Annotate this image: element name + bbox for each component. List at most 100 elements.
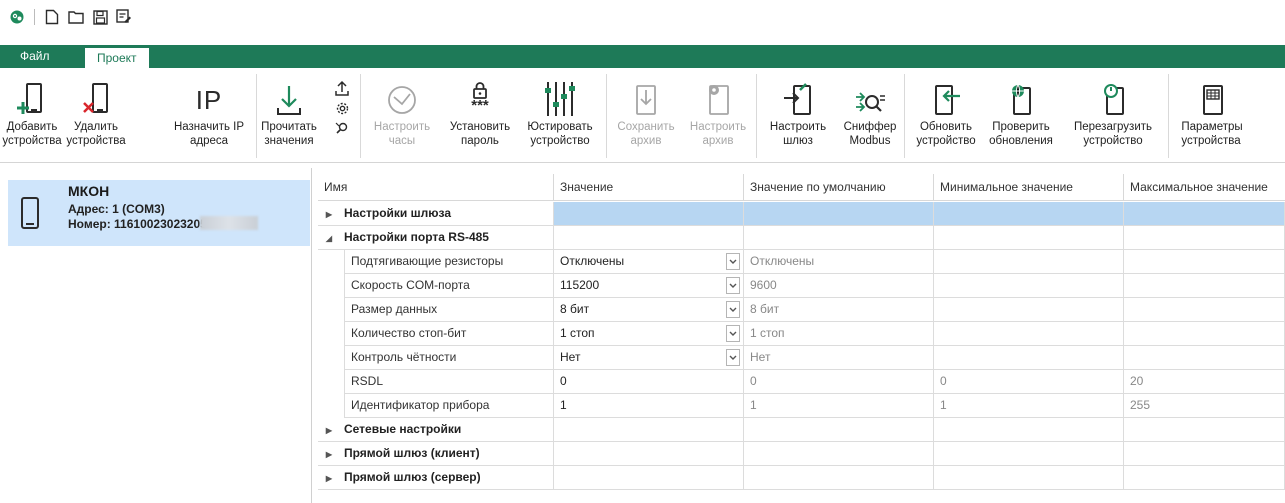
grid-property-row[interactable]: RSDL 0 0 0 20 — [318, 370, 1285, 394]
property-value-cell[interactable]: 1 стоп — [554, 322, 744, 346]
gear-icon[interactable] — [334, 100, 350, 116]
property-default-cell — [744, 442, 934, 466]
device-list-panel: МКОН Адрес: 1 (COM3) Номер: 116100230232… — [0, 168, 312, 503]
property-value-cell[interactable]: 8 бит — [554, 298, 744, 322]
property-value: 8 бит — [560, 302, 590, 316]
device-params-button[interactable]: Параметры устройства — [1170, 76, 1254, 148]
configure-gateway-button[interactable]: Настроить шлюз — [758, 76, 838, 148]
property-min-cell — [934, 298, 1124, 322]
grid-group-row[interactable]: ▶ Прямой шлюз (сервер) — [318, 466, 1285, 490]
device-name: МКОН — [68, 183, 110, 199]
assign-ip-button[interactable]: IP Назначить IP адреса — [166, 76, 252, 148]
property-min-cell — [934, 202, 1124, 226]
save-archive-button[interactable]: Сохранить архив — [608, 76, 684, 148]
property-name: Прямой шлюз (сервер) — [344, 470, 481, 484]
tab-file[interactable]: Файл — [8, 45, 62, 68]
save-icon[interactable] — [91, 8, 109, 26]
property-value-cell[interactable]: 0 — [554, 370, 744, 394]
upload-icon[interactable] — [334, 80, 350, 96]
property-value-cell[interactable]: Нет — [554, 346, 744, 370]
clock-icon — [385, 76, 419, 118]
download-arrow-icon — [275, 76, 303, 118]
column-header-name[interactable]: Имя — [318, 174, 554, 201]
sniffer-icon — [854, 76, 886, 118]
new-file-icon[interactable] — [43, 8, 61, 26]
grid-group-row[interactable]: ◢ Настройки порта RS-485 — [318, 226, 1285, 250]
set-clock-button[interactable]: Настроить часы — [364, 76, 440, 148]
password-stars: *** — [471, 97, 489, 114]
grid-property-row[interactable]: Идентификатор прибора 1 1 1 255 — [318, 394, 1285, 418]
expand-arrow-icon[interactable]: ▶ — [318, 466, 340, 489]
adjust-device-label: Юстировать устройство — [527, 121, 593, 147]
property-value-cell[interactable]: 115200 — [554, 274, 744, 298]
read-values-small-actions — [334, 80, 350, 136]
property-value-cell[interactable]: 1 — [554, 394, 744, 418]
property-default: 9600 — [750, 278, 777, 292]
set-password-button[interactable]: *** Установить пароль — [440, 76, 520, 148]
property-default-cell — [744, 226, 934, 250]
grid-group-row[interactable]: ▶ Прямой шлюз (клиент) — [318, 442, 1285, 466]
property-min-cell — [934, 250, 1124, 274]
remove-device-button[interactable]: Удалить устройства — [66, 76, 126, 148]
globe-device-icon — [1006, 76, 1036, 118]
ribbon-separator — [256, 74, 257, 158]
property-name: RSDL — [351, 374, 384, 388]
modbus-sniffer-button[interactable]: Сниффер Modbus — [834, 76, 906, 148]
property-min-cell — [934, 442, 1124, 466]
device-serial-number: Номер: 11610023023205 — [68, 217, 207, 231]
reset-search-icon[interactable] — [334, 120, 350, 136]
collapse-arrow-icon[interactable]: ◢ — [318, 226, 340, 249]
property-default: 1 стоп — [750, 326, 785, 340]
tab-project[interactable]: Проект — [84, 47, 150, 69]
column-header-default[interactable]: Значение по умолчанию — [744, 174, 934, 201]
read-values-button[interactable]: Прочитать значения — [258, 76, 320, 148]
archive-save-icon — [633, 76, 659, 118]
check-updates-label: Проверить обновления — [989, 121, 1053, 147]
device-params-icon — [1198, 76, 1226, 118]
save-as-icon[interactable] — [115, 8, 133, 26]
chevron-down-icon[interactable] — [726, 277, 740, 294]
expand-arrow-icon[interactable]: ▶ — [318, 442, 340, 465]
check-updates-button[interactable]: Проверить обновления — [984, 76, 1058, 148]
property-min-cell — [934, 226, 1124, 250]
property-name: Скорость COM-порта — [351, 278, 470, 292]
property-min-cell — [934, 418, 1124, 442]
configure-archive-button[interactable]: Настроить архив — [682, 76, 754, 148]
chevron-down-icon[interactable] — [726, 349, 740, 366]
grid-group-row[interactable]: ▶ Сетевые настройки — [318, 418, 1285, 442]
grid-property-row[interactable]: Количество стоп-бит 1 стоп 1 стоп — [318, 322, 1285, 346]
grid-property-row[interactable]: Контроль чётности Нет Нет — [318, 346, 1285, 370]
property-max-cell — [1124, 322, 1285, 346]
property-value: 1 стоп — [560, 326, 595, 340]
modbus-sniffer-label: Сниффер Modbus — [843, 121, 897, 147]
restart-device-button[interactable]: Перезагрузить устройство — [1066, 76, 1160, 148]
expand-arrow-icon[interactable]: ▶ — [318, 418, 340, 441]
property-value-cell — [554, 226, 744, 250]
adjust-device-button[interactable]: Юстировать устройство — [518, 76, 602, 148]
grid-property-row[interactable]: Подтягивающие резисторы Отключены Отключен… — [318, 250, 1285, 274]
grid-group-row[interactable]: ▶ Настройки шлюза — [318, 202, 1285, 226]
app-logo-icon[interactable] — [8, 8, 26, 26]
set-clock-label: Настроить часы — [373, 121, 431, 147]
sliders-icon — [544, 76, 576, 118]
device-card[interactable]: МКОН Адрес: 1 (COM3) Номер: 116100230232… — [8, 180, 310, 246]
property-min: 1 — [940, 398, 947, 412]
add-device-button[interactable]: Добавить устройства — [2, 76, 62, 148]
open-folder-icon[interactable] — [67, 8, 85, 26]
column-header-min[interactable]: Минимальное значение — [934, 174, 1124, 201]
property-value-cell — [554, 442, 744, 466]
expand-arrow-icon[interactable]: ▶ — [318, 202, 340, 225]
update-device-button[interactable]: Обновить устройство — [904, 76, 988, 148]
column-header-value[interactable]: Значение — [554, 174, 744, 201]
property-default: 8 бит — [750, 302, 780, 316]
chevron-down-icon[interactable] — [726, 253, 740, 270]
ip-address-icon: IP — [196, 76, 223, 118]
assign-ip-label: Назначить IP адреса — [173, 121, 245, 147]
property-default-cell: 1 — [744, 394, 934, 418]
chevron-down-icon[interactable] — [726, 325, 740, 342]
column-header-max[interactable]: Максимальное значение — [1124, 174, 1285, 201]
grid-property-row[interactable]: Скорость COM-порта 115200 9600 — [318, 274, 1285, 298]
property-value-cell[interactable]: Отключены — [554, 250, 744, 274]
grid-property-row[interactable]: Размер данных 8 бит 8 бит — [318, 298, 1285, 322]
chevron-down-icon[interactable] — [726, 301, 740, 318]
